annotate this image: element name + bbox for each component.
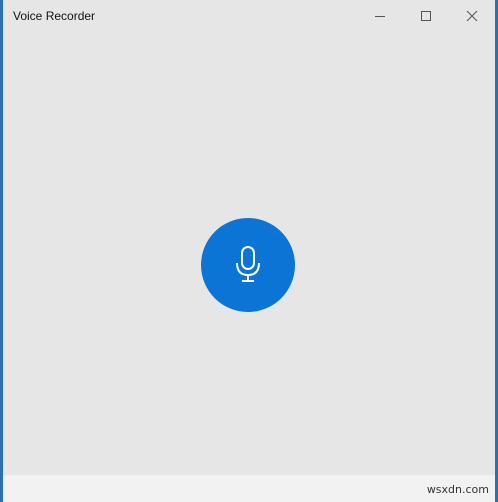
maximize-button[interactable] — [403, 0, 449, 32]
close-button[interactable] — [449, 0, 495, 32]
watermark-text: wsxdn.com — [426, 483, 489, 496]
minimize-icon — [375, 16, 385, 17]
window-title: Voice Recorder — [13, 9, 96, 23]
maximize-icon — [421, 11, 431, 21]
main-content — [3, 32, 495, 475]
microphone-icon — [236, 246, 260, 282]
voice-recorder-window: Voice Recorder wsxdn.com — [3, 0, 495, 502]
minimize-button[interactable] — [357, 0, 403, 32]
close-icon — [466, 10, 478, 22]
record-button[interactable] — [201, 218, 295, 312]
title-bar[interactable]: Voice Recorder — [3, 0, 495, 32]
status-bar: wsxdn.com — [3, 475, 495, 502]
